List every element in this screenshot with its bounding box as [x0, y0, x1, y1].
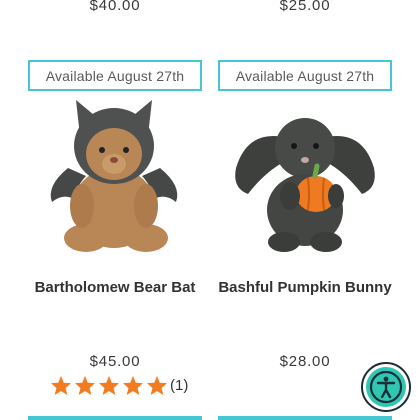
product-price: $28.00 — [279, 353, 331, 370]
product-price: $45.00 — [89, 353, 141, 370]
review-count: (1) — [170, 376, 189, 394]
star-icon — [123, 375, 143, 395]
star-rating[interactable]: (1) — [50, 374, 188, 396]
availability-badge: Available August 27th — [28, 60, 202, 91]
star-icon — [147, 375, 167, 395]
product-title[interactable]: Bashful Pumpkin Bunny — [198, 279, 412, 296]
next-row-badge-edge — [28, 416, 202, 420]
star-icon — [99, 375, 119, 395]
bear-bat-product-image[interactable] — [28, 98, 202, 258]
previous-row-price: $25.00 — [279, 0, 331, 14]
product-card-bashful-pumpkin-bunny[interactable]: $25.00 Available August 27th Bashful Pum… — [218, 0, 392, 420]
pumpkin-bunny-product-image[interactable] — [218, 98, 392, 258]
accessibility-icon — [366, 367, 406, 407]
product-card-bartholomew[interactable]: $40.00 Available August 27th Bartholomew… — [28, 0, 202, 420]
availability-badge: Available August 27th — [218, 60, 392, 91]
next-row-badge-edge — [218, 416, 392, 420]
star-icon — [75, 375, 95, 395]
previous-row-price: $40.00 — [89, 0, 141, 14]
star-icon — [51, 375, 71, 395]
product-title[interactable]: Bartholomew Bear Bat — [8, 279, 222, 296]
accessibility-button[interactable] — [361, 362, 411, 412]
